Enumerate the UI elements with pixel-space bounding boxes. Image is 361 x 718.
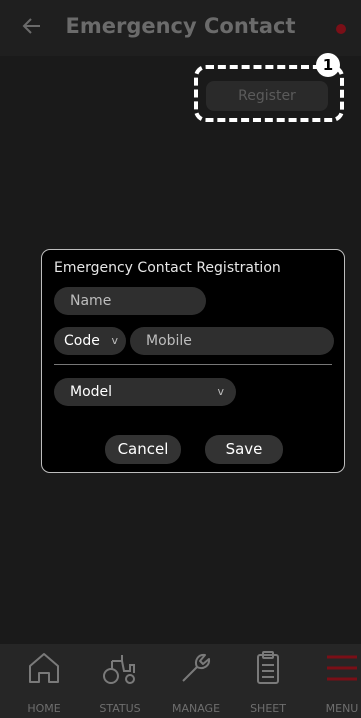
nav-label-manage: MANAGE (171, 702, 221, 715)
nav-item-sheet[interactable]: SHEET (232, 644, 304, 718)
mobile-placeholder: Mobile (146, 333, 192, 349)
code-select[interactable]: Code v (54, 327, 126, 355)
model-value: Model (70, 384, 113, 400)
mobile-input[interactable]: Mobile (130, 327, 334, 355)
emergency-contact-screen: Emergency Contact Register 1 Emergency C… (0, 0, 361, 718)
divider (54, 364, 332, 365)
nav-label-sheet: SHEET (250, 702, 286, 715)
code-value: Code (64, 333, 100, 349)
nav-item-menu[interactable]: MENU (306, 644, 361, 718)
status-indicator-dot (336, 24, 346, 34)
tractor-icon (103, 655, 135, 684)
name-input[interactable]: Name (54, 287, 206, 315)
hamburger-menu-icon (327, 655, 357, 681)
registration-dialog: Emergency Contact Registration Name Code… (41, 249, 345, 473)
nav-label-menu: MENU (325, 702, 359, 715)
nav-item-manage[interactable]: MANAGE (160, 644, 232, 718)
step-badge: 1 (316, 53, 340, 77)
home-icon (29, 653, 59, 683)
nav-label-home: HOME (27, 702, 61, 715)
wrench-icon (182, 653, 211, 682)
header: Emergency Contact (0, 0, 361, 56)
bottom-nav: HOME STATUS MANAGE SHEET MENU (0, 644, 361, 718)
model-select[interactable]: Model v (54, 378, 236, 406)
save-button[interactable]: Save (205, 435, 283, 464)
nav-label-status: STATUS (99, 702, 141, 715)
chevron-down-icon: v (111, 334, 118, 347)
name-placeholder: Name (70, 293, 112, 309)
dialog-title: Emergency Contact Registration (54, 260, 281, 276)
cancel-button[interactable]: Cancel (105, 435, 181, 464)
page-title: Emergency Contact (65, 14, 296, 38)
chevron-down-icon: v (217, 385, 224, 398)
register-button[interactable]: Register (206, 81, 328, 111)
nav-item-status[interactable]: STATUS (84, 644, 156, 718)
clipboard-icon (257, 651, 279, 684)
nav-item-home[interactable]: HOME (8, 644, 80, 718)
